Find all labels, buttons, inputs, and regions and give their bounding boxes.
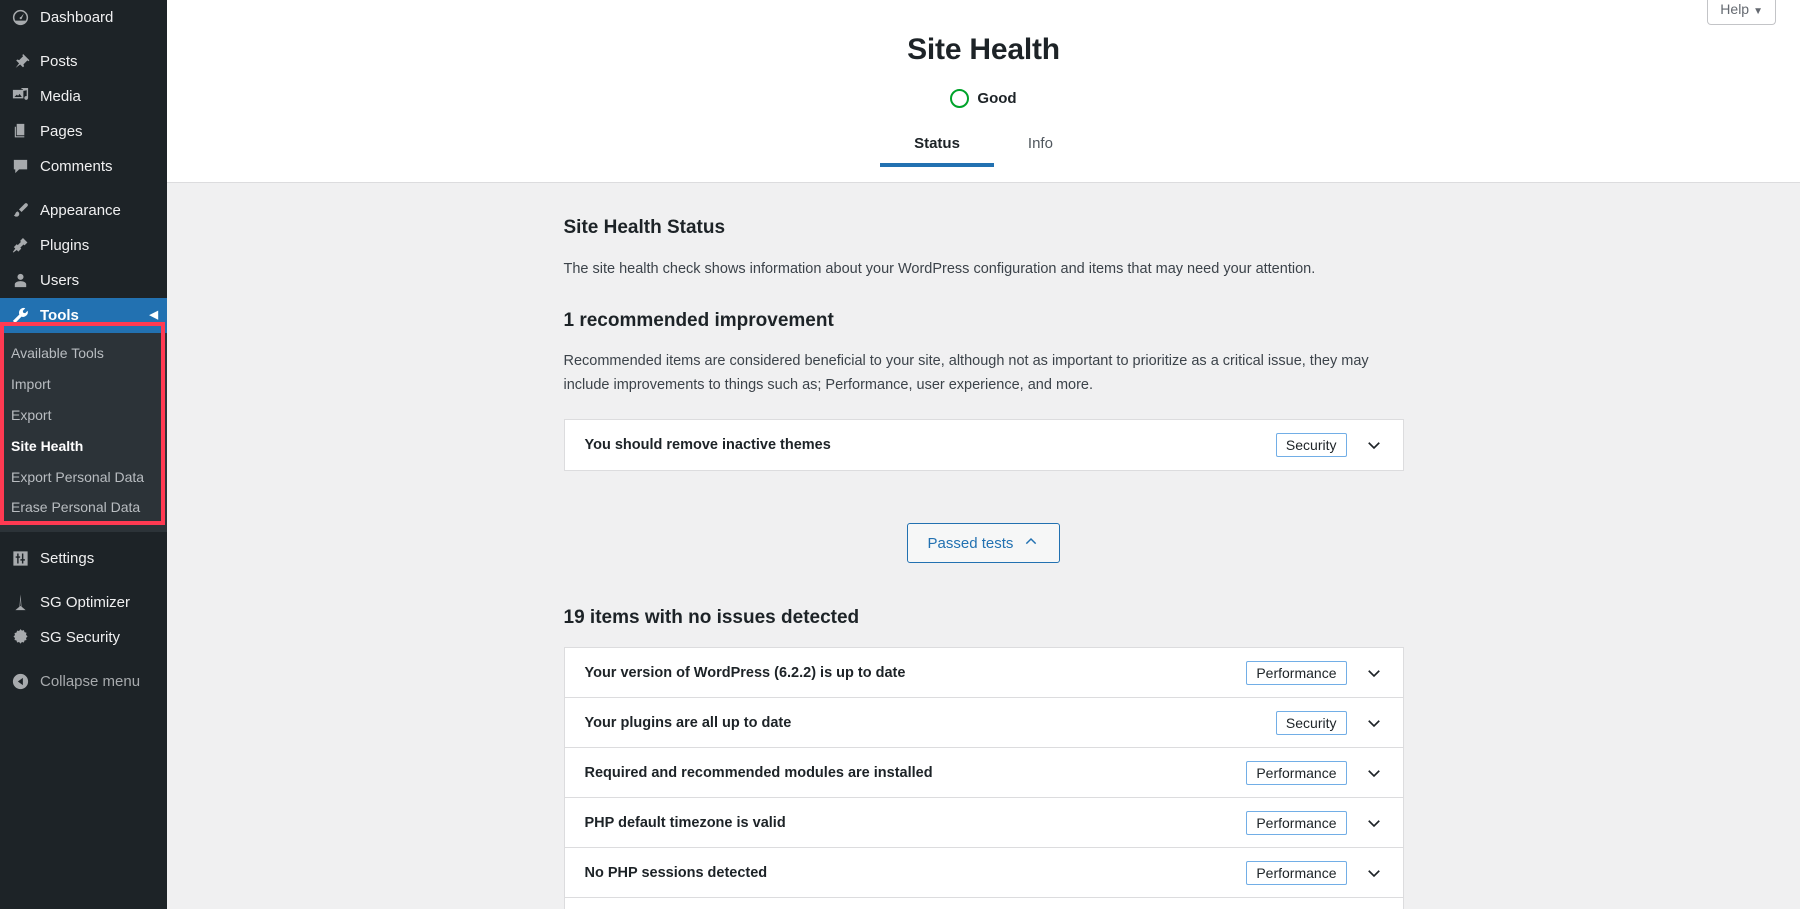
site-health-content: Site Health Status The site health check… bbox=[167, 183, 1800, 909]
plug-icon bbox=[9, 236, 31, 256]
sidebar-item-dashboard[interactable]: Dashboard bbox=[0, 0, 167, 35]
sidebar-item-appearance[interactable]: Appearance bbox=[0, 193, 167, 228]
sliders-icon bbox=[9, 549, 31, 569]
sidebar-item-plugins[interactable]: Plugins bbox=[0, 228, 167, 263]
table-row[interactable]: SQL server is up to date Performance bbox=[565, 898, 1403, 909]
table-row[interactable]: Your plugins are all up to date Security bbox=[565, 698, 1403, 748]
main-content-area: Help ▼ Site Health Good Status Info Site … bbox=[167, 0, 1800, 909]
status-badge: Security bbox=[1276, 711, 1347, 735]
chevron-down-icon[interactable] bbox=[1363, 662, 1385, 684]
table-row[interactable]: Your version of WordPress (6.2.2) is up … bbox=[565, 648, 1403, 698]
sidebar-item-sg-security[interactable]: SG Security bbox=[0, 620, 167, 655]
sidebar-item-label: Plugins bbox=[40, 238, 89, 253]
wordpress-admin-screen: Dashboard Posts Media Pages Comments bbox=[0, 0, 1800, 909]
sidebar-item-collapse-menu[interactable]: Collapse menu bbox=[0, 664, 167, 699]
tab-bar: Status Info bbox=[167, 128, 1800, 167]
submenu-item-export-personal-data[interactable]: Export Personal Data bbox=[0, 462, 167, 493]
table-row[interactable]: You should remove inactive themes Securi… bbox=[565, 420, 1403, 470]
dashboard-icon bbox=[9, 8, 31, 28]
sidebar-item-sg-optimizer[interactable]: SG Optimizer bbox=[0, 585, 167, 620]
section-description: The site health check shows information … bbox=[564, 258, 1384, 281]
recommended-improvement-title: 1 recommended improvement bbox=[564, 310, 1404, 332]
issue-title: You should remove inactive themes bbox=[585, 437, 1276, 453]
sidebar-item-label: Users bbox=[40, 273, 79, 288]
sidebar-item-label: Settings bbox=[40, 551, 94, 566]
recommended-issues-list: You should remove inactive themes Securi… bbox=[564, 419, 1404, 471]
chevron-down-icon[interactable] bbox=[1363, 812, 1385, 834]
status-badge: Good bbox=[977, 90, 1016, 107]
status-badge: Security bbox=[1276, 433, 1347, 457]
issue-title: PHP default timezone is valid bbox=[585, 815, 1247, 831]
sidebar-item-comments[interactable]: Comments bbox=[0, 149, 167, 184]
sg-optimizer-icon bbox=[9, 593, 31, 613]
section-title: Site Health Status bbox=[564, 217, 1404, 239]
sidebar-item-label: Posts bbox=[40, 54, 78, 69]
tools-submenu: Available Tools Import Export Site Healt… bbox=[0, 333, 167, 532]
chevron-down-icon[interactable] bbox=[1363, 762, 1385, 784]
chevron-down-icon: ▼ bbox=[1753, 6, 1763, 17]
sidebar-item-label: SG Security bbox=[40, 630, 120, 645]
table-row[interactable]: Required and recommended modules are ins… bbox=[565, 748, 1403, 798]
admin-sidebar: Dashboard Posts Media Pages Comments bbox=[0, 0, 167, 909]
sidebar-item-label: Dashboard bbox=[40, 10, 113, 25]
status-badge: Performance bbox=[1246, 811, 1346, 835]
sidebar-item-label: Appearance bbox=[40, 203, 121, 218]
site-health-status-indicator: Good bbox=[167, 89, 1800, 108]
issue-title: Required and recommended modules are ins… bbox=[585, 765, 1247, 781]
submenu-item-import[interactable]: Import bbox=[0, 369, 167, 400]
status-badge: Performance bbox=[1246, 661, 1346, 685]
issue-title: Your plugins are all up to date bbox=[585, 715, 1276, 731]
sidebar-item-label: Collapse menu bbox=[40, 674, 140, 689]
sidebar-item-settings[interactable]: Settings bbox=[0, 541, 167, 576]
chevron-left-icon: ◀ bbox=[150, 310, 158, 321]
sidebar-item-label: Comments bbox=[40, 159, 113, 174]
media-icon bbox=[9, 87, 31, 107]
passed-tests-title: 19 items with no issues detected bbox=[564, 607, 1404, 629]
comments-icon bbox=[9, 157, 31, 177]
recommended-improvement-description: Recommended items are considered benefic… bbox=[564, 350, 1374, 397]
paintbrush-icon bbox=[9, 201, 31, 221]
tab-status[interactable]: Status bbox=[880, 128, 994, 167]
chevron-down-icon[interactable] bbox=[1363, 862, 1385, 884]
help-button-label: Help bbox=[1720, 1, 1749, 17]
issue-title: Your version of WordPress (6.2.2) is up … bbox=[585, 665, 1247, 681]
status-badge: Performance bbox=[1246, 761, 1346, 785]
table-row[interactable]: No PHP sessions detected Performance bbox=[565, 848, 1403, 898]
chevron-up-icon bbox=[1023, 533, 1039, 553]
sidebar-item-label: Pages bbox=[40, 124, 83, 139]
status-badge: Performance bbox=[1246, 861, 1346, 885]
submenu-item-available-tools[interactable]: Available Tools bbox=[0, 338, 167, 369]
submenu-item-export[interactable]: Export bbox=[0, 400, 167, 431]
issue-title: No PHP sessions detected bbox=[585, 865, 1247, 881]
submenu-item-erase-personal-data[interactable]: Erase Personal Data bbox=[0, 492, 167, 523]
sidebar-item-label: Tools bbox=[40, 308, 79, 323]
sidebar-item-tools[interactable]: Tools ◀ bbox=[0, 298, 167, 333]
sidebar-item-label: SG Optimizer bbox=[40, 595, 130, 610]
sidebar-item-media[interactable]: Media bbox=[0, 79, 167, 114]
pages-icon bbox=[9, 122, 31, 142]
sidebar-item-users[interactable]: Users bbox=[0, 263, 167, 298]
user-icon bbox=[9, 271, 31, 291]
sg-security-icon bbox=[9, 628, 31, 648]
chevron-down-icon[interactable] bbox=[1363, 434, 1385, 456]
passed-tests-list: Your version of WordPress (6.2.2) is up … bbox=[564, 647, 1404, 909]
tab-info[interactable]: Info bbox=[994, 128, 1087, 167]
wrench-icon bbox=[9, 306, 31, 326]
sidebar-item-posts[interactable]: Posts bbox=[0, 44, 167, 79]
collapse-arrow-icon bbox=[9, 672, 31, 692]
sidebar-item-label: Media bbox=[40, 89, 81, 104]
passed-tests-button[interactable]: Passed tests bbox=[907, 523, 1061, 563]
status-ring-icon bbox=[950, 89, 969, 108]
table-row[interactable]: PHP default timezone is valid Performanc… bbox=[565, 798, 1403, 848]
page-header: Help ▼ Site Health Good Status Info bbox=[167, 0, 1800, 183]
passed-tests-toggle-wrap: Passed tests bbox=[564, 523, 1404, 563]
help-button[interactable]: Help ▼ bbox=[1707, 0, 1776, 25]
page-title: Site Health bbox=[167, 0, 1800, 67]
sidebar-item-pages[interactable]: Pages bbox=[0, 114, 167, 149]
pin-icon bbox=[9, 52, 31, 72]
passed-tests-label: Passed tests bbox=[928, 535, 1014, 552]
chevron-down-icon[interactable] bbox=[1363, 712, 1385, 734]
submenu-item-site-health[interactable]: Site Health bbox=[0, 431, 167, 462]
